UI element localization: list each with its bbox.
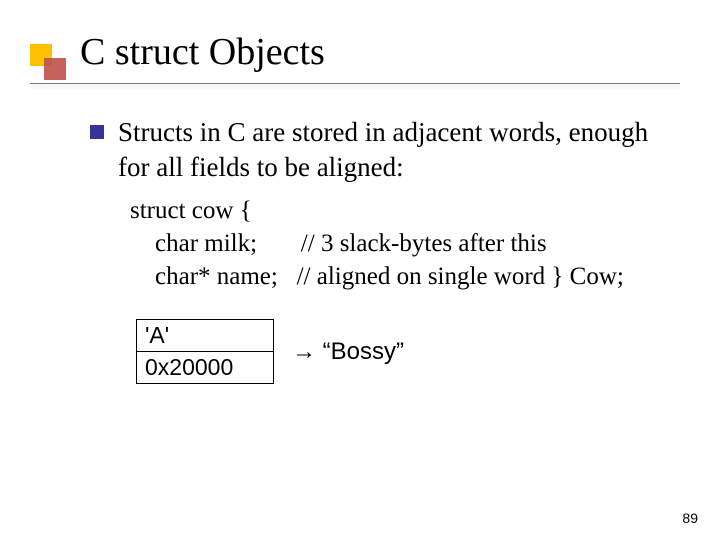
memory-cells: 'A' 0x20000 [136, 319, 274, 384]
memory-diagram: 'A' 0x20000 → “Bossy” [136, 319, 670, 384]
code-line-1: struct cow { [130, 194, 670, 227]
bullet-square-icon [90, 125, 104, 139]
accent-square-red [44, 58, 66, 80]
bullet-item: Structs in C are stored in adjacent word… [90, 115, 670, 184]
memory-cell-2: 0x20000 [137, 351, 273, 383]
code-block: struct cow { char milk; // 3 slack-bytes… [130, 194, 670, 293]
bullet-text: Structs in C are stored in adjacent word… [118, 115, 670, 184]
memory-cell-1: 'A' [137, 320, 273, 351]
memory-pointer-label: → “Bossy” [292, 338, 404, 366]
page-number: 89 [682, 510, 698, 526]
title-underline [30, 83, 680, 84]
title-accent-squares [30, 44, 70, 84]
code-line-2: char milk; // 3 slack-bytes after this [130, 227, 670, 260]
slide-title: C struct Objects [80, 30, 680, 80]
code-line-3: char* name; // aligned on single word } … [130, 260, 670, 293]
